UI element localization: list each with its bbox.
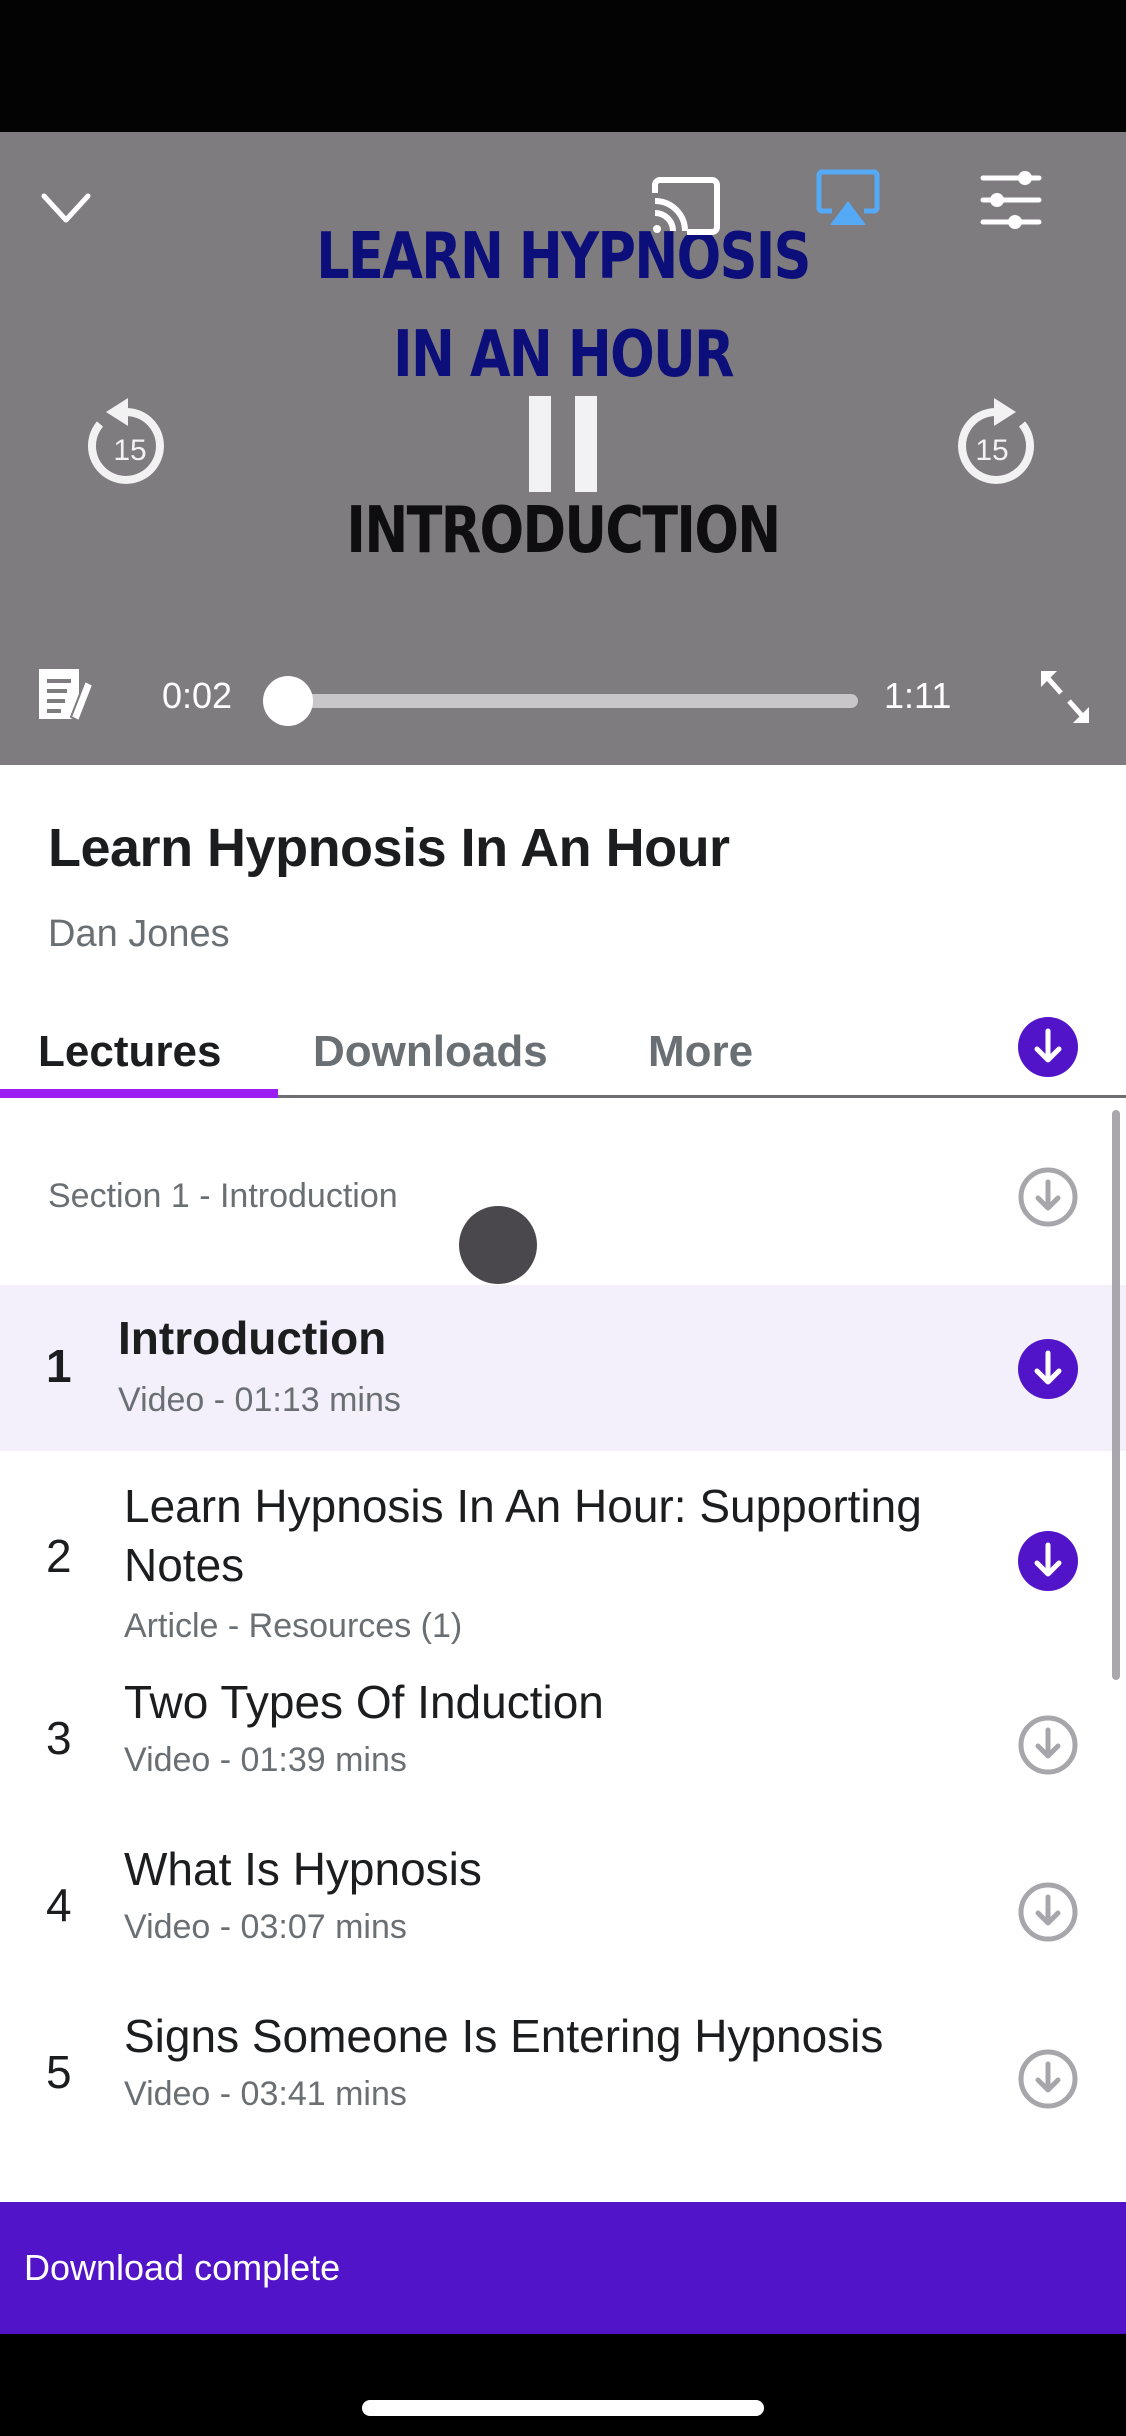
touch-indicator	[459, 1206, 537, 1284]
lecture-subtitle: Video - 03:07 mins	[124, 1908, 407, 1946]
download-filled-icon	[1018, 1531, 1078, 1591]
lecture-title: Learn Hypnosis In An Hour: Supporting No…	[124, 1480, 922, 1591]
rewind-15-icon: 15	[87, 398, 164, 484]
lecture-number: 3	[46, 1712, 72, 1764]
download-outline-icon	[1018, 1882, 1078, 1942]
duration: 1:11	[884, 675, 952, 716]
active-tab-indicator	[0, 1089, 278, 1098]
rewind-15-button[interactable]: 15	[80, 394, 180, 494]
lecture-row[interactable]: 2 Learn Hypnosis In An Hour: Supporting …	[0, 1451, 1126, 1671]
lecture-row[interactable]: 1 Introduction Video - 01:13 mins	[0, 1285, 1126, 1451]
lecture-number: 1	[46, 1340, 72, 1392]
section-title: Section 1 - Introduction	[48, 1177, 398, 1215]
course-title: Learn Hypnosis In An Hour	[48, 818, 730, 878]
forward-15-button[interactable]: 15	[942, 394, 1042, 494]
lecture-number: 4	[46, 1879, 72, 1931]
video-player[interactable]: LEARN HYPNOSIS IN AN HOUR INTRODUCTION 1…	[0, 132, 1126, 765]
slide-title-line-2: IN AN HOUR	[393, 318, 734, 392]
pause-button[interactable]	[520, 394, 606, 494]
download-section-button[interactable]	[1018, 1167, 1078, 1227]
home-indicator[interactable]	[362, 2400, 764, 2416]
notes-icon	[39, 669, 95, 723]
download-filled-icon	[1018, 1339, 1078, 1399]
lecture-row[interactable]: 3 Two Types Of Induction Video - 01:39 m…	[0, 1671, 1126, 1838]
course-content: Learn Hypnosis In An Hour Dan Jones Lect…	[0, 765, 1126, 2202]
airplay-icon	[816, 169, 880, 225]
download-outline-icon	[1018, 1715, 1078, 1775]
seek-bar-thumb[interactable]	[263, 676, 314, 726]
collapse-player-button[interactable]	[30, 172, 102, 244]
tab-downloads[interactable]: Downloads	[313, 1027, 548, 1077]
section-header: Section 1 - Introduction	[0, 1101, 1126, 1285]
chevron-down-icon	[41, 193, 91, 223]
slide-title-line-3: INTRODUCTION	[346, 494, 781, 568]
lecture-download-button[interactable]	[1018, 1715, 1078, 1775]
current-time: 0:02	[162, 675, 233, 716]
lecture-list: Section 1 - Introduction 1 Introduction …	[0, 1101, 1126, 2172]
list-scrollbar[interactable]	[1112, 1110, 1120, 1680]
lecture-row[interactable]: 5 Signs Someone Is Entering Hypnosis Vid…	[0, 2005, 1126, 2172]
lecture-subtitle: Video - 03:41 mins	[124, 2075, 407, 2113]
fullscreen-button[interactable]	[1030, 662, 1100, 732]
lecture-subtitle: Article - Resources (1)	[124, 1607, 463, 1645]
lecture-subtitle: Video - 01:13 mins	[118, 1381, 401, 1419]
lecture-title: Signs Someone Is Entering Hypnosis	[124, 2010, 884, 2062]
sliders-icon	[980, 171, 1042, 229]
status-bar-area	[0, 0, 1126, 132]
tab-lectures[interactable]: Lectures	[38, 1027, 221, 1077]
seek-bar[interactable]	[263, 676, 858, 726]
svg-text:15: 15	[975, 434, 1008, 467]
download-outline-icon	[1018, 2049, 1078, 2109]
pause-icon	[529, 396, 597, 492]
lecture-download-button[interactable]	[1018, 1882, 1078, 1942]
snackbar: Download complete	[0, 2202, 1126, 2334]
fullscreen-icon	[1041, 671, 1089, 723]
course-tabs: Lectures Downloads More	[0, 1005, 1126, 1098]
lecture-number: 5	[46, 2046, 72, 2098]
notes-button[interactable]	[34, 662, 100, 728]
cast-icon	[652, 177, 720, 235]
lecture-title: What Is Hypnosis	[124, 1843, 482, 1895]
download-outline-icon	[1018, 1167, 1078, 1227]
lecture-title: Two Types Of Induction	[124, 1676, 604, 1728]
home-indicator-area	[0, 2334, 1126, 2436]
player-settings-button[interactable]	[975, 164, 1047, 236]
lecture-subtitle: Video - 01:39 mins	[124, 1741, 407, 1779]
lecture-row[interactable]: 4 What Is Hypnosis Video - 03:07 mins	[0, 1838, 1126, 2005]
lecture-download-button[interactable]	[1018, 1339, 1078, 1399]
airplay-button[interactable]	[812, 162, 884, 234]
lecture-download-button[interactable]	[1018, 2049, 1078, 2109]
course-author: Dan Jones	[48, 913, 230, 955]
tab-more[interactable]: More	[648, 1027, 753, 1077]
download-filled-icon	[1018, 1017, 1078, 1077]
snackbar-message: Download complete	[24, 2247, 341, 2288]
forward-15-icon: 15	[958, 398, 1035, 484]
lecture-number: 2	[46, 1530, 72, 1582]
cast-button[interactable]	[648, 168, 724, 244]
svg-text:15: 15	[113, 434, 146, 467]
slide-title-line-1: LEARN HYPNOSIS	[316, 220, 811, 294]
lecture-title: Introduction	[118, 1312, 387, 1364]
download-all-button[interactable]	[1018, 1017, 1078, 1077]
lecture-download-button[interactable]	[1018, 1531, 1078, 1591]
